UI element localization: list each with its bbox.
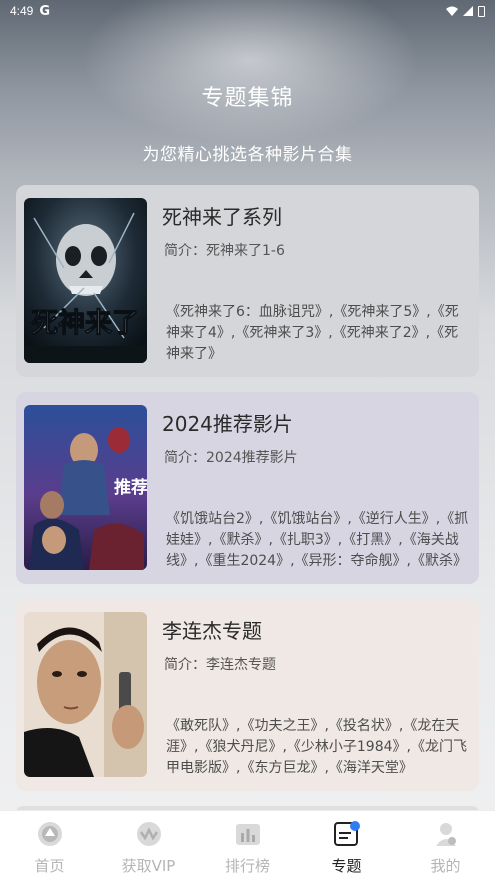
collection-title: 2024推荐影片 [162,412,293,436]
vip-icon [136,822,161,846]
google-icon: G [39,3,51,19]
tab-topic[interactable]: 专题 [297,811,396,880]
status-bar: 4:49 G [0,0,495,22]
collection-title: 李连杰专题 [162,619,262,643]
tab-label: 专题 [331,857,362,875]
tab-label: 获取VIP [121,857,176,875]
page-subtitle: 为您精心挑选各种影片合集 [142,145,353,165]
collection-movies: 《饥饿站台2》,《饥饿站台》,《逆行人生》,《抓娃娃》,《默杀》,《扎职3》,《… [166,511,469,569]
collection-intro: 简介：2024推荐影片 [164,450,298,466]
collection-card[interactable]: 死神来了 死神来了系列 简介：死神来了1-6 《死神来了6：血脉诅咒》,《死神来… [16,185,479,377]
collection-intro: 简介：李连杰专题 [164,657,276,673]
tab-label: 首页 [34,857,65,875]
bottom-tab-bar: 首页 获取VIP 排行榜 专题 我的 [0,810,495,880]
collection-poster: 死神来了 [24,198,147,363]
status-icons [446,5,485,17]
ranking-icon [235,824,260,845]
battery-icon [478,5,485,17]
collection-movies: 《敢死队》,《功夫之王》,《投名状》,《龙在天涯》,《狼犬丹尼》,《少林小子19… [166,718,467,776]
tab-label: 我的 [430,857,461,875]
tab-profile[interactable]: 我的 [396,811,495,880]
status-time: 4:49 [10,4,34,18]
collection-list: 死神来了 死神来了系列 简介：死神来了1-6 《死神来了6：血脉诅咒》,《死神来… [16,185,479,820]
collection-intro: 简介：死神来了1-6 [164,243,285,259]
profile-icon [435,823,456,846]
wifi-icon [446,6,458,16]
collection-card[interactable]: 推荐 2024推荐影片 简介：2024推荐影片 《饥饿站台2》,《饥饿站台》,《… [16,392,479,584]
tab-label: 排行榜 [224,857,270,875]
poster-title-text: 推荐 [114,477,147,498]
collection-poster [24,612,147,777]
topic-icon [333,821,360,846]
signal-icon [463,6,473,16]
tab-vip[interactable]: 获取VIP [99,811,198,880]
collection-movies: 《死神来了6：血脉诅咒》,《死神来了5》,《死神来了4》,《死神来了3》,《死神… [166,304,459,362]
tab-home[interactable]: 首页 [0,811,99,880]
collection-title: 死神来了系列 [162,205,282,229]
home-icon [37,822,62,846]
collection-card[interactable]: 李连杰专题 简介：李连杰专题 《敢死队》,《功夫之王》,《投名状》,《龙在天涯》… [16,599,479,791]
page-title: 专题集锦 [201,86,294,111]
poster-title-text: 死神来了 [31,308,139,339]
tab-ranking[interactable]: 排行榜 [198,811,297,880]
collection-poster: 推荐 [24,405,147,570]
